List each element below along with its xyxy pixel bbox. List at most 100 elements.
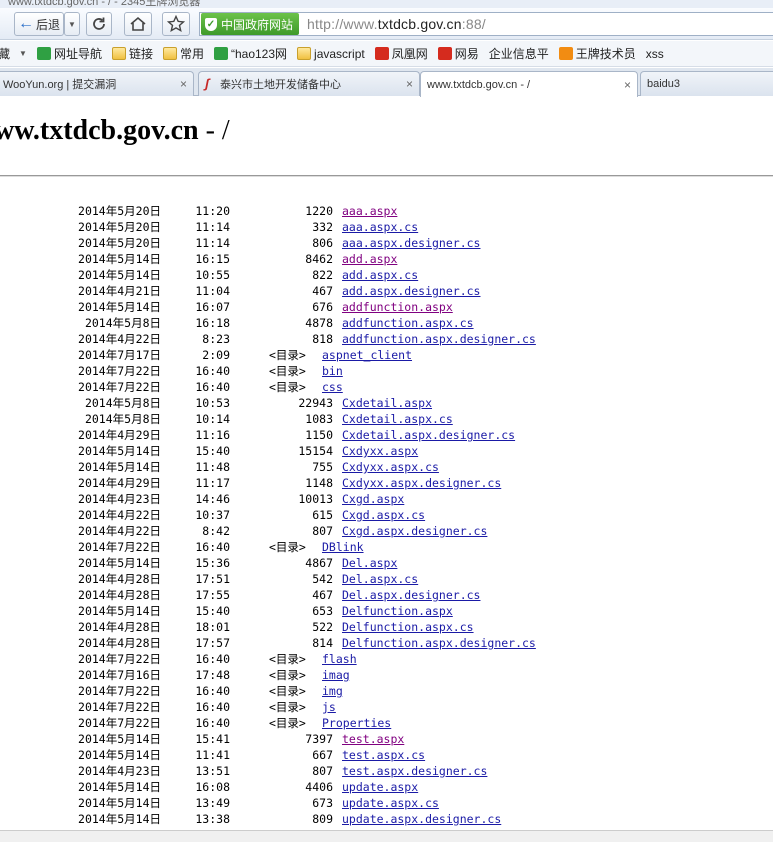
file-link[interactable]: Delfunction.aspx.cs	[342, 619, 474, 635]
file-time: 2:09	[202, 348, 230, 362]
file-size: 814	[312, 636, 333, 650]
directory-link[interactable]: bin	[322, 363, 343, 379]
file-size: 332	[312, 220, 333, 234]
file-time: 16:08	[195, 780, 230, 794]
gov-site-badge[interactable]: ✓ 中国政府网站	[201, 13, 300, 35]
bookmark-item[interactable]: 凤凰网	[374, 45, 428, 62]
listing-row: 2014年7月22日 16:40 <目录> js	[0, 699, 773, 715]
file-link[interactable]: Cxdetail.aspx	[342, 395, 432, 411]
bookmark-item[interactable]: xss	[646, 47, 664, 61]
tab-label: www.txtdcb.gov.cn - /	[427, 78, 531, 91]
file-time: 16:40	[195, 716, 230, 730]
file-link[interactable]: Del.aspx.designer.cs	[342, 587, 480, 603]
browser-tab[interactable]: ʃ 泰兴市土地开发储备中心 ×	[198, 71, 420, 96]
bookmark-item[interactable]: 链接	[111, 45, 153, 62]
file-link[interactable]: Cxgd.aspx.cs	[342, 507, 425, 523]
file-link[interactable]: Del.aspx	[342, 555, 397, 571]
2345-nav-icon	[36, 47, 51, 60]
listing-row: 2014年5月20日 11:14 332 aaa.aspx.cs	[0, 219, 773, 235]
browser-tab[interactable]: baidu3	[640, 71, 773, 96]
file-link[interactable]: aaa.aspx	[342, 203, 397, 219]
file-link[interactable]: add.aspx.cs	[342, 267, 418, 283]
file-link[interactable]: add.aspx.designer.cs	[342, 283, 480, 299]
bookmark-item[interactable]: 企业信息平	[489, 45, 549, 62]
file-link[interactable]: Delfunction.aspx.designer.cs	[342, 635, 536, 651]
file-link[interactable]: Cxdetail.aspx.cs	[342, 411, 453, 427]
bookmark-item[interactable]: 常用	[162, 45, 204, 62]
file-link[interactable]: test.aspx.cs	[342, 747, 425, 763]
close-icon[interactable]: ×	[624, 78, 631, 92]
file-link[interactable]: add.aspx	[342, 251, 397, 267]
bookmark-item[interactable]: 藏▼	[0, 45, 27, 62]
file-link[interactable]: Cxdyxx.aspx	[342, 443, 418, 459]
file-time: 11:04	[195, 284, 230, 298]
back-button[interactable]: ← 后退	[14, 12, 64, 36]
bookmark-item[interactable]: 网址导航	[36, 45, 102, 62]
url-text[interactable]: http://www.txtdcb.gov.cn:88/	[307, 16, 486, 32]
listing-row: 2014年5月14日 11:48 755 Cxdyxx.aspx.cs	[0, 459, 773, 475]
file-link[interactable]: addfunction.aspx	[342, 299, 453, 315]
close-icon[interactable]: ×	[180, 77, 187, 91]
listing-row: 2014年5月14日 10:55 822 add.aspx.cs	[0, 267, 773, 283]
bookmark-label: javascript	[314, 46, 365, 61]
directory-link[interactable]: Properties	[322, 715, 391, 731]
favorite-button[interactable]	[162, 12, 190, 36]
home-button[interactable]	[124, 12, 152, 36]
file-link[interactable]: test.aspx.designer.cs	[342, 763, 487, 779]
listing-row: 2014年4月21日 11:04 467 add.aspx.designer.cs	[0, 283, 773, 299]
file-link[interactable]: Cxdetail.aspx.designer.cs	[342, 427, 515, 443]
directory-tag: <目录>	[269, 716, 306, 730]
horizontal-scrollbar[interactable]	[0, 830, 773, 842]
folder-icon	[111, 47, 126, 60]
file-date: 2014年5月14日	[78, 460, 161, 474]
file-link[interactable]: addfunction.aspx.cs	[342, 315, 474, 331]
file-date: 2014年4月22日	[78, 332, 161, 346]
file-time: 17:51	[195, 572, 230, 586]
url-host: txtdcb.gov.cn	[377, 16, 462, 32]
history-dropdown-button[interactable]: ▼	[64, 12, 80, 36]
directory-link[interactable]: js	[322, 699, 336, 715]
browser-tab[interactable]: www.txtdcb.gov.cn - / ×	[420, 71, 638, 97]
file-link[interactable]: update.aspx.designer.cs	[342, 811, 501, 827]
listing-row: 2014年5月14日 15:41 7397 test.aspx	[0, 731, 773, 747]
file-link[interactable]: Cxdyxx.aspx.cs	[342, 459, 439, 475]
bookmark-item[interactable]: javascript	[297, 47, 365, 61]
listing-row: 2014年4月29日 11:17 1148 Cxdyxx.aspx.designer.…	[0, 475, 773, 491]
file-link[interactable]: Cxgd.aspx.designer.cs	[342, 523, 487, 539]
bookmark-item[interactable]: 王牌技术员	[558, 45, 636, 62]
directory-link[interactable]: aspnet_client	[322, 347, 412, 363]
refresh-button[interactable]	[86, 12, 112, 36]
file-link[interactable]: test.aspx	[342, 731, 404, 747]
listing-row: 2014年4月28日 17:55 467 Del.aspx.designer.cs	[0, 587, 773, 603]
directory-link[interactable]: flash	[322, 651, 357, 667]
directory-link[interactable]: css	[322, 379, 343, 395]
bookmark-item[interactable]: “hao123网	[213, 45, 287, 62]
file-link[interactable]: aaa.aspx.cs	[342, 219, 418, 235]
file-link[interactable]: Cxgd.aspx	[342, 491, 404, 507]
file-link[interactable]: aaa.aspx.designer.cs	[342, 235, 480, 251]
listing-row: 2014年4月28日 17:51 542 Del.aspx.cs	[0, 571, 773, 587]
file-size: 467	[312, 588, 333, 602]
directory-link[interactable]: DBlink	[322, 539, 364, 555]
file-time: 11:14	[195, 220, 230, 234]
file-date: 2014年7月22日	[78, 380, 161, 394]
file-link[interactable]: update.aspx.cs	[342, 795, 439, 811]
file-link[interactable]: addfunction.aspx.designer.cs	[342, 331, 536, 347]
file-date: 2014年5月20日	[78, 236, 161, 250]
refresh-icon	[93, 17, 105, 30]
file-time: 16:40	[195, 380, 230, 394]
netease-icon	[437, 47, 452, 60]
directory-tag: <目录>	[269, 668, 306, 682]
file-link[interactable]: Del.aspx.cs	[342, 571, 418, 587]
close-icon[interactable]: ×	[406, 77, 413, 91]
listing-row: 2014年5月20日 11:14 806 aaa.aspx.designer.cs	[0, 235, 773, 251]
directory-link[interactable]: imag	[322, 667, 350, 683]
address-bar[interactable]: ✓ 中国政府网站 http://www.txtdcb.gov.cn:88/	[199, 12, 773, 36]
listing-row: 2014年7月22日 16:40 <目录> bin	[0, 363, 773, 379]
bookmark-item[interactable]: 网易	[437, 45, 479, 62]
file-link[interactable]: Cxdyxx.aspx.designer.cs	[342, 475, 501, 491]
file-link[interactable]: Delfunction.aspx	[342, 603, 453, 619]
directory-link[interactable]: img	[322, 683, 343, 699]
file-link[interactable]: update.aspx	[342, 779, 418, 795]
browser-tab[interactable]: WooYun.org | 提交漏洞 ×	[0, 71, 194, 96]
